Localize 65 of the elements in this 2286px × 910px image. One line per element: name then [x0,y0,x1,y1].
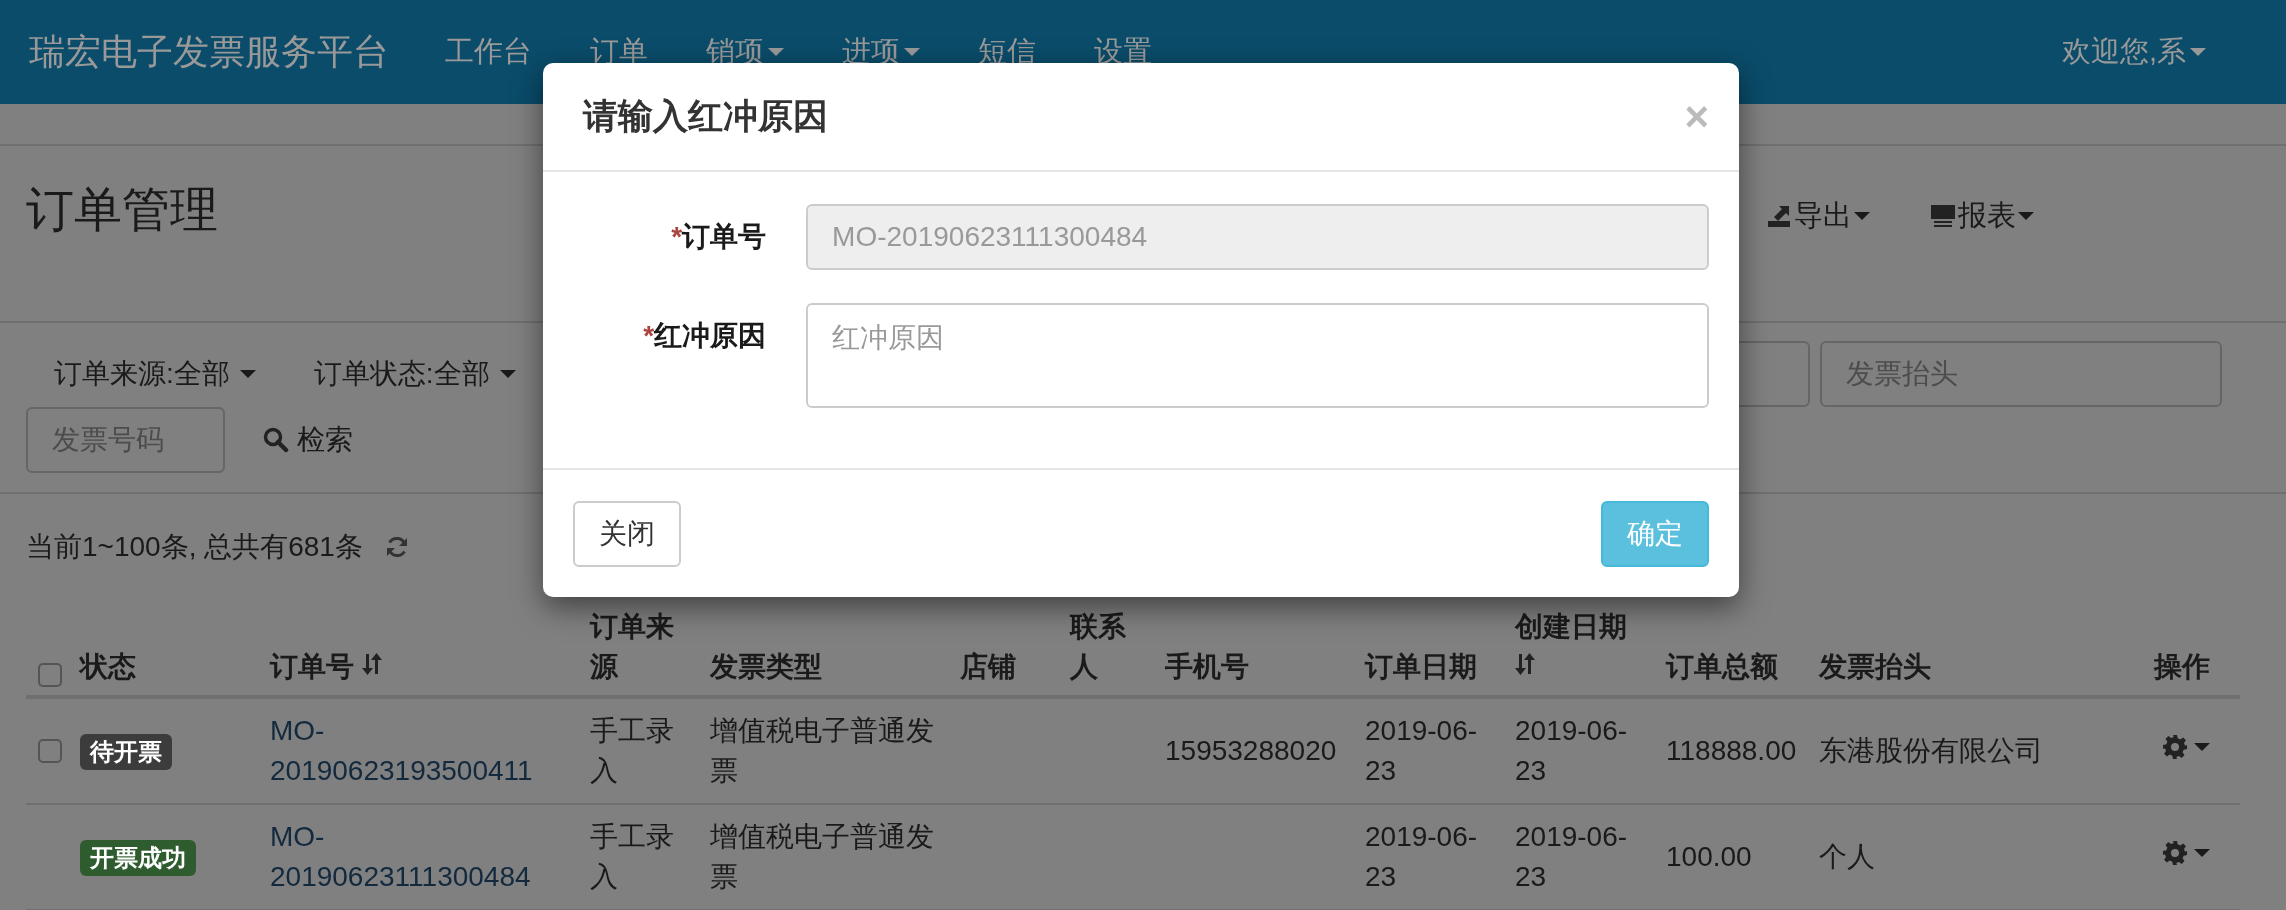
sort-icon[interactable] [1515,652,1535,676]
column-header: 店铺 [960,651,1016,682]
caret-icon [2194,743,2210,751]
table-cell: 118888.00 [1666,735,1797,766]
filter-dropdown[interactable]: 订单状态:全部 [313,355,516,393]
table-cell: 2019-06-23 [1365,715,1478,786]
table-cell: 个人 [1819,841,1875,872]
table-cell: 15953288020 [1165,735,1337,766]
nav-item[interactable]: 工作台 [445,32,532,72]
dialog-title: 请输入红冲原因 [583,95,828,137]
refresh-icon[interactable] [384,534,409,559]
brand-title[interactable]: 瑞宏电子发票服务平台 [29,27,389,77]
search-icon [263,427,289,453]
confirm-button[interactable]: 确定 [1601,500,1709,567]
column-header: 操作 [2154,651,2210,682]
toolbar-dropdown[interactable]: 报表 [1930,196,2034,236]
caret-icon [2018,212,2034,220]
filter-dropdown[interactable]: 订单来源:全部 [54,355,256,393]
status-badge: 待开票 [80,734,172,770]
caret-icon [2190,48,2206,56]
table-cell: 东港股份有限公司 [1819,735,2043,766]
export-icon [1766,203,1792,229]
caret-icon [499,370,516,378]
user-menu[interactable]: 欢迎您,系 [2061,32,2206,72]
table-cell: 手工录入 [590,821,674,892]
caret-icon [1854,212,1870,220]
close-button[interactable]: × [1684,95,1709,138]
column-header: 手机号 [1165,651,1249,682]
gear-icon [2162,734,2188,760]
table-cell: 2019-06-23 [1365,821,1478,892]
caret-icon [239,370,256,378]
field-label: *订单号 [670,220,767,254]
search-button[interactable]: 检索 [257,415,359,465]
column-header[interactable]: 创建日期 [1515,611,1627,682]
select-all-checkbox[interactable] [38,663,62,687]
table-cell: 100.00 [1666,841,1752,872]
column-header: 订单总额 [1666,651,1778,682]
toolbar-dropdown[interactable]: 导出 [1766,196,1870,236]
sort-icon[interactable] [361,652,382,676]
column-header[interactable]: 订单号 [270,651,382,682]
monitor-icon [1930,203,1956,229]
status-badge: 开票成功 [80,840,196,876]
reason-field[interactable]: 红冲原因 [806,303,1709,408]
result-count: 当前1~100条, 总共有681条 [26,529,363,564]
row-actions-dropdown[interactable] [2162,734,2210,760]
field-label: *红冲原因 [642,319,767,353]
column-header: 订单来源 [590,611,674,682]
row-actions-dropdown[interactable] [2162,840,2210,866]
page-title: 订单管理 [26,182,218,238]
table-cell: 增值税电子普通发票 [710,821,934,892]
column-header: 状态 [80,651,136,682]
table-cell: 2019-06-23 [1515,715,1628,786]
caret-icon [2194,849,2210,857]
table-cell: 手工录入 [590,715,674,786]
column-header: 订单日期 [1365,651,1477,682]
order-link[interactable]: MO-20190623111300484 [270,817,566,897]
table-cell: 2019-06-23 [1515,821,1628,892]
column-header: 发票抬头 [1819,651,1931,682]
close-dialog-button[interactable]: 关闭 [573,500,681,567]
order-link[interactable]: MO-20190623193500411 [270,711,566,791]
row-checkbox[interactable] [38,739,62,763]
column-header: 发票类型 [710,651,822,682]
column-header: 联系人 [1070,611,1126,682]
gear-icon [2162,840,2188,866]
table-cell: 增值税电子普通发票 [710,715,934,786]
